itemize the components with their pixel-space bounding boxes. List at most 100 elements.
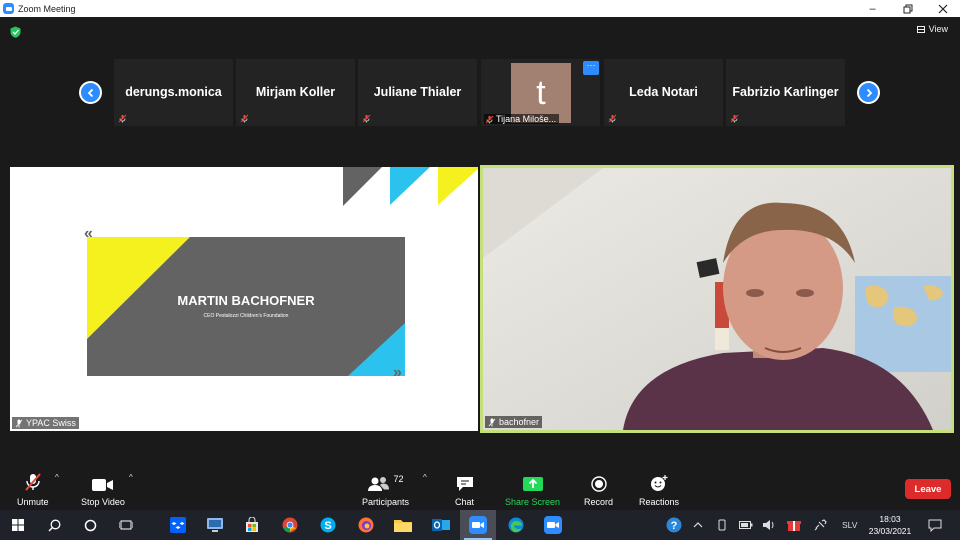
participant-name: Mirjam Koller — [255, 85, 336, 99]
chevron-left-icon — [87, 88, 93, 97]
input-language[interactable]: SLV — [842, 510, 857, 540]
battery-icon — [739, 521, 753, 529]
chat-button[interactable]: Chat — [455, 472, 474, 507]
more-options-button[interactable]: ··· — [583, 61, 599, 75]
close-window-button[interactable] — [925, 0, 960, 17]
mic-muted-icon — [488, 418, 496, 426]
edge-icon — [508, 517, 524, 533]
skype-app[interactable]: S — [318, 515, 338, 535]
previous-page-button[interactable] — [79, 81, 102, 104]
chat-icon — [456, 477, 473, 491]
participant-tile[interactable]: t ··· Tijana Miloše... — [481, 59, 600, 126]
quote-close-mark: » — [393, 364, 402, 381]
security-shield-icon[interactable] — [10, 26, 21, 38]
speaker-volume-icon — [763, 520, 774, 530]
share-owner-name: YPAC Swiss — [26, 418, 76, 428]
dropbox-app[interactable] — [168, 515, 188, 535]
participant-label: Tijana Miloše... — [484, 114, 560, 124]
record-icon — [590, 476, 607, 492]
device-tray-button[interactable] — [712, 515, 732, 535]
help-tray-button[interactable]: ? — [664, 515, 684, 535]
record-label: Record — [584, 497, 614, 507]
task-view-button[interactable] — [116, 515, 136, 535]
participant-tile[interactable]: Fabrizio Karlinger — [726, 59, 845, 126]
view-button[interactable]: View — [916, 24, 948, 34]
participant-tile[interactable]: derungs.monica — [114, 59, 233, 126]
chevron-up-icon — [693, 522, 703, 528]
reactions-label: Reactions — [639, 497, 680, 507]
zoom-logo-icon — [3, 3, 14, 14]
show-hidden-icons-button[interactable] — [688, 515, 708, 535]
participant-tile[interactable]: Juliane Thialer — [358, 59, 477, 126]
video-camera-icon — [91, 479, 113, 491]
reactions-button[interactable]: Reactions — [639, 472, 679, 507]
zoom-taskbar-icon — [469, 516, 487, 534]
mic-muted-icon — [118, 114, 127, 123]
gift-icon — [787, 521, 801, 531]
speaker-label: bachofner — [485, 416, 543, 428]
leave-meeting-button[interactable]: Leave — [905, 479, 951, 499]
gift-tray-button[interactable] — [784, 515, 804, 535]
unmute-button[interactable]: Unmute — [17, 472, 49, 507]
cortana-circle-icon — [84, 519, 96, 531]
mic-muted-icon — [730, 114, 739, 123]
participant-name: Juliane Thialer — [373, 85, 462, 99]
mic-muted-icon — [240, 114, 249, 123]
participants-button[interactable]: 72 Participants — [362, 472, 409, 507]
zoom-app[interactable] — [460, 510, 496, 540]
unmute-label: Unmute — [17, 497, 49, 507]
microsoft-store-app[interactable] — [242, 515, 262, 535]
participant-name: Tijana Miloše... — [496, 114, 557, 124]
mic-muted-icon — [485, 115, 494, 123]
network-tray-button[interactable] — [810, 515, 830, 535]
windows-start-button[interactable] — [8, 515, 28, 535]
next-page-button[interactable] — [857, 81, 880, 104]
taskbar-clock[interactable]: 18:03 23/03/2021 — [860, 513, 920, 537]
search-icon — [48, 519, 60, 531]
edge-app[interactable] — [506, 515, 526, 535]
outlook-app[interactable] — [431, 515, 451, 535]
participants-options-chevron-icon[interactable]: ^ — [423, 473, 427, 482]
firefox-app[interactable] — [356, 515, 376, 535]
view-layout-icon — [916, 25, 925, 33]
chrome-icon — [282, 517, 298, 533]
participant-name: derungs.monica — [125, 85, 222, 99]
zoom-app-secondary[interactable] — [543, 515, 563, 535]
windows-taskbar: S ? SLV 18:03 23/03/2021 — [0, 510, 960, 540]
video-options-chevron-icon[interactable]: ^ — [129, 473, 133, 482]
cortana-button[interactable] — [80, 515, 100, 535]
window-titlebar: Zoom Meeting – — [0, 0, 960, 17]
meeting-toolbar: Unmute ^ Stop Video ^ 72 Participants ^ … — [0, 468, 960, 510]
clock-time: 18:03 — [879, 514, 901, 524]
audio-options-chevron-icon[interactable]: ^ — [55, 473, 59, 482]
search-button[interactable] — [44, 515, 64, 535]
restore-button[interactable] — [890, 0, 925, 17]
shared-screen[interactable]: « » MARTIN BACHOFNER CEO Pestalozzi Chil… — [10, 167, 478, 431]
active-speaker-video[interactable]: bachofner — [480, 165, 954, 433]
volume-tray-button[interactable] — [759, 515, 779, 535]
zoom-taskbar-icon — [544, 516, 562, 534]
chrome-app[interactable] — [280, 515, 300, 535]
notifications-button[interactable] — [925, 515, 945, 535]
participant-name: Leda Notari — [629, 85, 698, 99]
share-screen-icon — [522, 477, 543, 491]
remote-desktop-app[interactable] — [205, 515, 225, 535]
share-screen-button[interactable]: Share Screen — [505, 472, 560, 507]
help-question-icon: ? — [666, 517, 682, 533]
task-view-icon — [119, 520, 133, 530]
participant-tile[interactable]: Leda Notari — [604, 59, 723, 126]
battery-tray-button[interactable] — [736, 515, 756, 535]
phone-link-icon — [718, 519, 726, 531]
file-explorer-app[interactable] — [393, 515, 413, 535]
firefox-icon — [358, 517, 374, 533]
participants-icon — [367, 477, 389, 491]
mic-muted-icon — [362, 114, 371, 123]
minimize-button[interactable]: – — [855, 0, 890, 17]
quote-open-mark: « — [84, 225, 93, 242]
participant-tile[interactable]: Mirjam Koller — [236, 59, 355, 126]
dropbox-icon — [170, 517, 186, 533]
record-button[interactable]: Record — [584, 472, 613, 507]
language-label: SLV — [842, 520, 858, 530]
stop-video-button[interactable]: Stop Video — [81, 472, 125, 507]
close-icon — [938, 4, 947, 13]
